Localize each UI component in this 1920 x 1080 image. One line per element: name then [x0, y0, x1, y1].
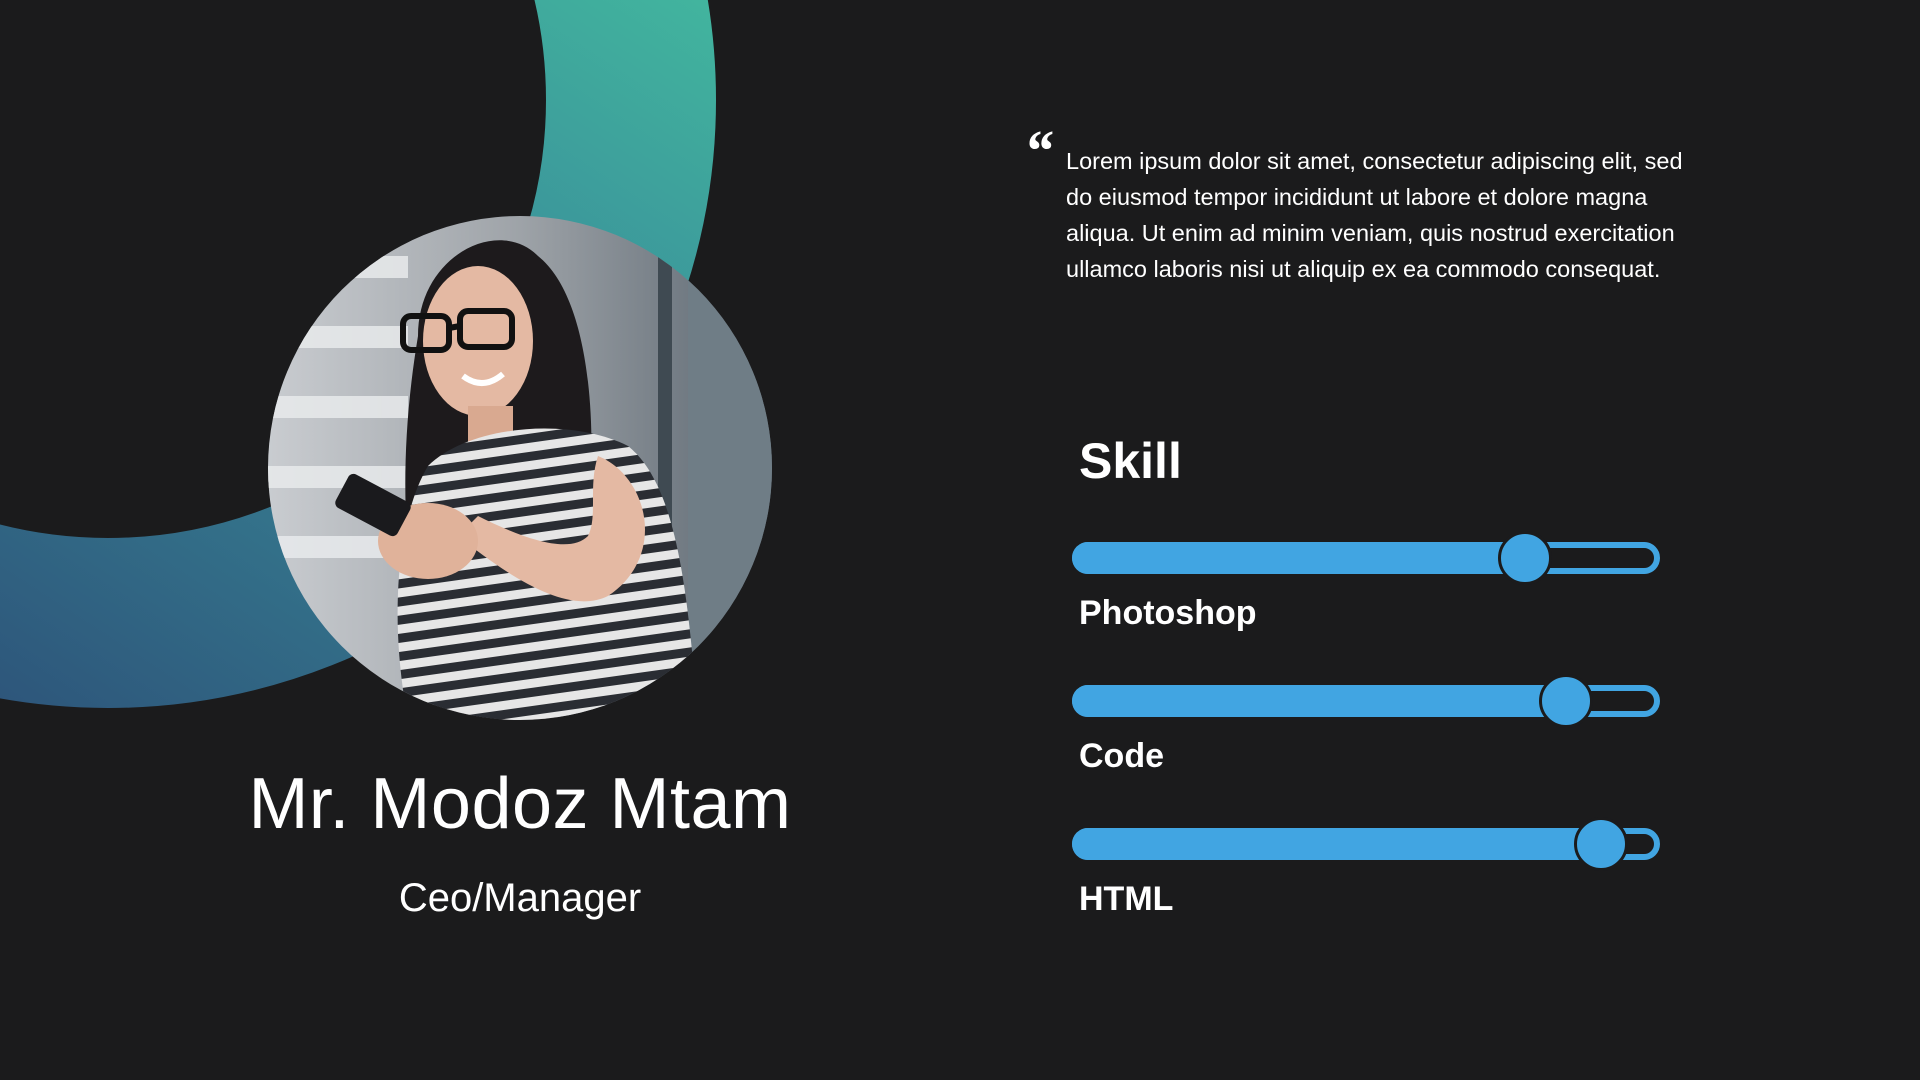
skill-slider-handle[interactable] [1497, 531, 1552, 585]
slide: Mr. Modoz Mtam Ceo/Manager “ Lorem ipsum… [0, 0, 1920, 1080]
profile-photo-image [268, 216, 772, 720]
skill-bar-fill [1072, 685, 1566, 717]
profile-photo [268, 216, 772, 720]
skill-slider-handle[interactable] [1538, 674, 1593, 728]
skill-title: Skill [1079, 433, 1182, 489]
person-name: Mr. Modoz Mtam [248, 764, 792, 844]
skill-bar-fill [1072, 542, 1525, 574]
skill-label: HTML [1079, 880, 1174, 918]
person-role: Ceo/Manager [398, 876, 642, 920]
skill-label: Photoshop [1079, 594, 1257, 632]
quote-text: Lorem ipsum dolor sit amet, consectetur … [1066, 148, 1683, 282]
skill-slider-handle[interactable] [1574, 817, 1629, 871]
skill-label: Code [1079, 737, 1164, 775]
quote-icon: “ [1024, 118, 1053, 183]
skill-bar-fill [1072, 828, 1602, 860]
